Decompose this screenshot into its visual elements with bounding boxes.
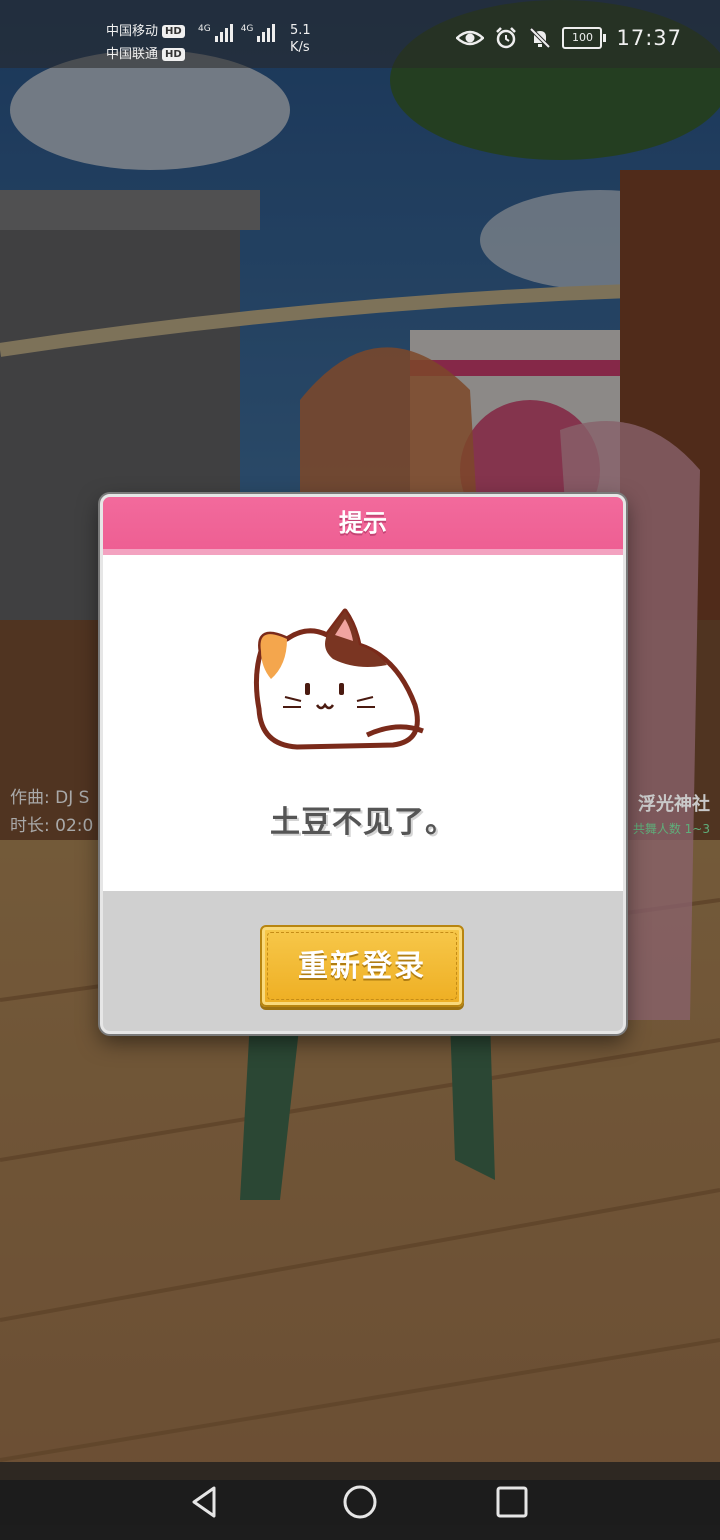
stage-name: 浮光神社 xyxy=(638,794,710,815)
hd-badge: HD xyxy=(162,48,185,61)
cat-mascot-icon xyxy=(253,608,424,750)
stage-info: 浮光神社 共舞人数 1~3 xyxy=(633,790,710,837)
relogin-button[interactable]: 重新登录 xyxy=(260,925,464,1007)
battery-level: 100 xyxy=(562,27,603,49)
network-type-label: 4G xyxy=(198,24,211,34)
clock: 17:37 xyxy=(616,26,682,50)
status-icons: 100 17:37 xyxy=(456,26,682,50)
composer-label: 作曲: DJ S xyxy=(10,788,90,808)
carrier-2-label: 中国联通 xyxy=(106,47,159,62)
notice-dialog: 提示 土豆不见了。 重新登录 xyxy=(100,494,626,1034)
eye-icon xyxy=(456,30,485,46)
net-speed-value: 5.1 xyxy=(290,23,311,38)
app-screen: 作曲: DJ S 时长: 02:0 浮光神社 共舞人数 1~3 中国移动 HD … xyxy=(0,0,720,1540)
home-icon[interactable] xyxy=(340,1482,380,1522)
dancer-count: 共舞人数 1~3 xyxy=(632,822,710,836)
duration-label: 时长: 02:0 xyxy=(10,816,94,836)
status-bar: 中国移动 HD 中国联通 HD 4G 4G 5.1 K/s 100 17:37 xyxy=(0,0,720,68)
carrier-row-1: 中国移动 HD xyxy=(106,20,185,43)
hd-badge: HD xyxy=(162,25,185,38)
mute-icon xyxy=(530,27,551,49)
net-speed-unit: K/s xyxy=(290,40,310,55)
carrier-row-2: 中国联通 HD xyxy=(106,43,185,66)
dialog-body: 土豆不见了。 xyxy=(103,555,623,891)
network-type-label: 4G xyxy=(240,24,254,34)
carrier-1-label: 中国移动 xyxy=(106,24,159,39)
carrier-info: 中国移动 HD 中国联通 HD xyxy=(106,20,185,66)
dialog-title: 提示 xyxy=(103,497,623,555)
network-speed: 5.1 K/s xyxy=(290,22,311,56)
battery-icon: 100 xyxy=(562,27,607,49)
signal-indicators: 4G 4G xyxy=(198,24,276,42)
dialog-message: 土豆不见了。 xyxy=(270,805,456,840)
signal-icon: 4G xyxy=(241,24,276,42)
alarm-icon xyxy=(496,27,517,49)
back-icon[interactable] xyxy=(186,1482,226,1522)
song-info: 作曲: DJ S 时长: 02:0 xyxy=(10,784,93,840)
recents-icon[interactable] xyxy=(492,1482,532,1522)
signal-icon: 4G xyxy=(198,24,233,42)
navigation-bar xyxy=(0,1462,720,1540)
